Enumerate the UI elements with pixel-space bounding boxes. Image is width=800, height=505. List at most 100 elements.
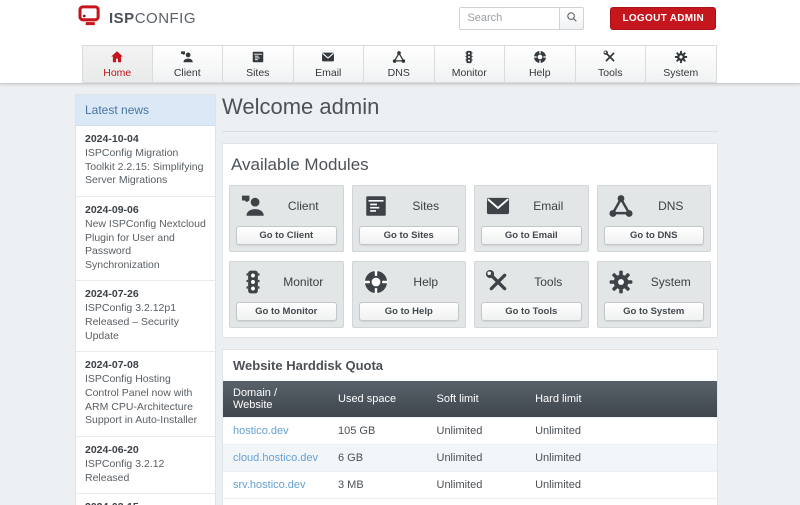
module-card-top: System xyxy=(604,269,705,295)
news-title: ISPConfig 3.2.12p1 Released – Security U… xyxy=(85,302,206,343)
module-name: Tools xyxy=(515,275,582,289)
go-to-dns-button[interactable]: Go to DNS xyxy=(604,226,705,245)
cell-used: 6 GB xyxy=(328,445,427,472)
tab-monitor[interactable]: Monitor xyxy=(435,45,506,83)
module-name: Help xyxy=(393,275,460,289)
go-to-help-button[interactable]: Go to Help xyxy=(359,302,460,321)
cell-hard: Unlimited xyxy=(525,472,717,499)
page-content: Latest news 2024-10-04ISPConfig Migratio… xyxy=(0,84,800,505)
column-header: Hard limit xyxy=(525,381,717,418)
tab-dns[interactable]: DNS xyxy=(364,45,435,83)
harddisk-quota-title: Website Harddisk Quota xyxy=(223,350,717,381)
table-row: cloud.hostico.dev6 GBUnlimitedUnlimited xyxy=(223,445,717,472)
search-group xyxy=(459,7,584,30)
main-area: Welcome admin Available Modules ClientGo… xyxy=(222,94,718,505)
module-card-sites: Sites Go to Sites xyxy=(352,185,467,252)
system-icon xyxy=(674,50,688,65)
tab-label: Tools xyxy=(598,67,623,79)
cell-domain: cloud.hostico.dev xyxy=(223,445,328,472)
news-item[interactable]: 2024-07-26ISPConfig 3.2.12p1 Released – … xyxy=(76,281,215,352)
cell-used: 3 MB xyxy=(328,472,427,499)
cell-soft: Unlimited xyxy=(427,418,526,445)
module-name: Email xyxy=(515,199,582,213)
monitor-icon xyxy=(462,50,476,65)
module-name: Monitor xyxy=(270,275,337,289)
module-card-top: Email xyxy=(481,193,582,219)
module-card-top: Help xyxy=(359,269,460,295)
tab-sites[interactable]: Sites xyxy=(223,45,294,83)
sites-icon xyxy=(251,50,265,65)
help-icon xyxy=(359,269,393,295)
column-header: Used space xyxy=(328,381,427,418)
harddisk-quota-table: Domain / WebsiteUsed spaceSoft limitHard… xyxy=(223,381,717,505)
tab-label: Help xyxy=(529,67,551,79)
cell-soft: Unlimited xyxy=(427,445,526,472)
total-spacer xyxy=(427,499,526,505)
logout-admin-button[interactable]: LOGOUT ADMIN xyxy=(610,7,716,30)
news-date: 2024-09-06 xyxy=(85,204,206,216)
harddisk-total-row: 111 GB xyxy=(223,499,717,505)
cell-hard: Unlimited xyxy=(525,445,717,472)
news-list: 2024-10-04 ISPConfig Migration Toolkit 2.… xyxy=(76,126,215,505)
module-card-top: Sites xyxy=(359,193,460,219)
domain-link[interactable]: srv.hostico.dev xyxy=(233,479,306,491)
module-name: Client xyxy=(270,199,337,213)
go-to-email-button[interactable]: Go to Email xyxy=(481,226,582,245)
tab-home[interactable]: Home xyxy=(82,45,153,83)
email-icon xyxy=(481,193,515,219)
module-card-email: Email Go to Email xyxy=(474,185,589,252)
dns-icon xyxy=(392,50,406,65)
go-to-monitor-button[interactable]: Go to Monitor xyxy=(236,302,337,321)
cell-hard: Unlimited xyxy=(525,418,717,445)
go-to-tools-button[interactable]: Go to Tools xyxy=(481,302,582,321)
harddisk-header-row: Domain / WebsiteUsed spaceSoft limitHard… xyxy=(223,381,717,418)
search-icon xyxy=(566,11,578,26)
latest-news-sidebar: Latest news 2024-10-04ISPConfig Migratio… xyxy=(75,94,216,505)
tab-label: DNS xyxy=(388,67,410,79)
page-title: Welcome admin xyxy=(222,94,718,132)
tab-label: System xyxy=(663,67,698,79)
news-date: 2024-10-04 xyxy=(85,133,206,145)
tab-label: Monitor xyxy=(452,67,487,79)
news-item[interactable]: 2024-03-15ISPConfig Migration Toolkit 2.… xyxy=(76,494,215,505)
news-title: ISPConfig Migration Toolkit 2.2.15: Simp… xyxy=(85,147,206,188)
tab-tools[interactable]: Tools xyxy=(576,45,647,83)
cell-soft: Unlimited xyxy=(427,472,526,499)
tab-label: Sites xyxy=(246,67,269,79)
tab-system[interactable]: System xyxy=(646,45,717,83)
news-date: 2024-07-08 xyxy=(85,359,206,371)
table-row: hostico.dev105 GBUnlimitedUnlimited xyxy=(223,418,717,445)
news-title: ISPConfig Hosting Control Panel now with… xyxy=(85,373,206,428)
search-button[interactable] xyxy=(559,7,584,30)
total-used-space: 111 GB xyxy=(328,499,427,505)
news-item[interactable]: 2024-09-06New ISPConfig Nextcloud Plugin… xyxy=(76,197,215,282)
modules-grid: Client Go to Client Sites Go to Sites Email G… xyxy=(229,185,711,328)
tab-help[interactable]: Help xyxy=(505,45,576,83)
app-header: ISPCONFIG LOGOUT ADMIN HomeClient Sites Em… xyxy=(0,0,800,84)
search-input[interactable] xyxy=(459,7,559,30)
tab-client[interactable]: Client xyxy=(153,45,224,83)
tools-icon xyxy=(603,50,617,65)
go-to-system-button[interactable]: Go to System xyxy=(604,302,705,321)
domain-link[interactable]: hostico.dev xyxy=(233,425,289,437)
module-card-dns: DNSGo to DNS xyxy=(597,185,712,252)
tab-email[interactable]: Email xyxy=(294,45,365,83)
module-name: System xyxy=(638,275,705,289)
cell-domain: srv.hostico.dev xyxy=(223,472,328,499)
sites-icon xyxy=(359,193,393,219)
client-icon xyxy=(180,50,194,65)
tools-icon xyxy=(481,269,515,295)
news-title: ISPConfig 3.2.12 Released xyxy=(85,458,206,485)
domain-link[interactable]: cloud.hostico.dev xyxy=(233,452,318,464)
news-item[interactable]: 2024-06-20ISPConfig 3.2.12 Released xyxy=(76,437,215,494)
go-to-client-button[interactable]: Go to Client xyxy=(236,226,337,245)
module-card-client: Client Go to Client xyxy=(229,185,344,252)
help-icon xyxy=(533,50,547,65)
go-to-sites-button[interactable]: Go to Sites xyxy=(359,226,460,245)
module-card-monitor: Monitor Go to Monitor xyxy=(229,261,344,328)
news-item[interactable]: 2024-10-04 ISPConfig Migration Toolkit 2.… xyxy=(76,126,215,197)
table-row: srv.hostico.dev3 MBUnlimitedUnlimited xyxy=(223,472,717,499)
ispconfig-logo[interactable]: ISPCONFIG xyxy=(78,5,196,31)
news-item[interactable]: 2024-07-08 ISPConfig Hosting Control Pane… xyxy=(76,352,215,437)
module-card-top: Monitor xyxy=(236,269,337,295)
